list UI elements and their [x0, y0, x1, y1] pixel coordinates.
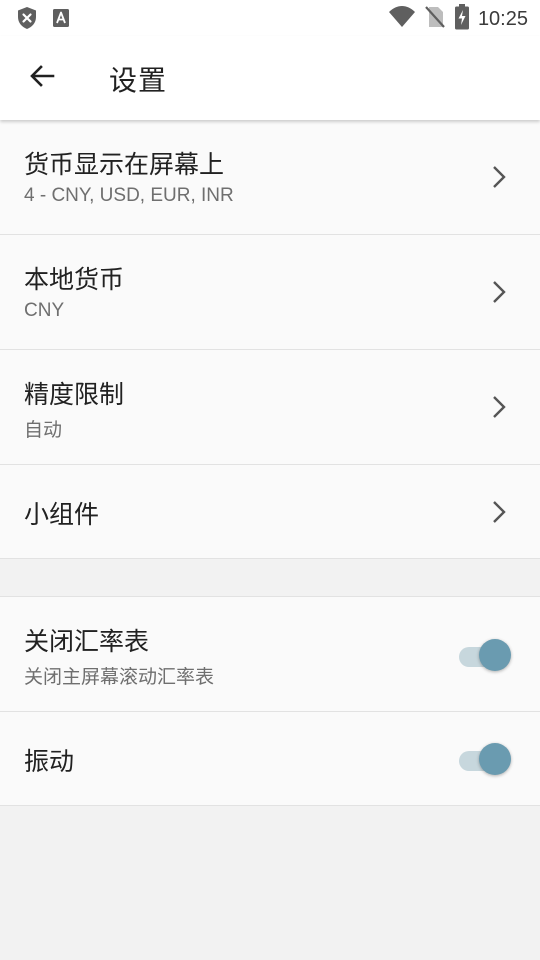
switch-thumb [479, 743, 511, 775]
shield-x-icon [16, 6, 38, 34]
switch-thumb [479, 639, 511, 671]
no-sim-icon [424, 5, 446, 33]
setting-vibration[interactable]: 振动 [0, 712, 540, 806]
setting-title: 小组件 [24, 500, 100, 529]
rate-ticker-toggle[interactable] [459, 637, 511, 673]
battery-charging-icon [454, 4, 470, 34]
page-title: 设置 [109, 64, 168, 97]
app-bar: 设置 [0, 36, 540, 120]
setting-local-currency[interactable]: 本地货币 CNY [0, 235, 540, 350]
chevron-right-icon [493, 501, 506, 523]
chevron-right-icon [493, 166, 506, 188]
font-a-icon [52, 8, 70, 32]
setting-subtitle: 自动 [24, 420, 63, 441]
status-bar: 10:25 [0, 0, 540, 36]
section-divider [0, 559, 540, 597]
setting-disable-rate-ticker[interactable]: 关闭汇率表 关闭主屏幕滚动汇率表 [0, 597, 540, 712]
setting-precision-limit[interactable]: 精度限制 自动 [0, 350, 540, 465]
setting-title: 精度限制 [24, 380, 125, 409]
setting-subtitle: CNY [24, 300, 65, 321]
wifi-icon [388, 5, 416, 33]
setting-widgets[interactable]: 小组件 [0, 465, 540, 559]
setting-title: 关闭汇率表 [24, 627, 150, 656]
setting-currencies-on-screen[interactable]: 货币显示在屏幕上 4 - CNY, USD, EUR, INR [0, 120, 540, 235]
setting-subtitle: 4 - CNY, USD, EUR, INR [24, 185, 234, 206]
vibration-toggle[interactable] [459, 741, 511, 777]
chevron-right-icon [493, 281, 506, 303]
setting-title: 货币显示在屏幕上 [24, 150, 225, 179]
back-button[interactable] [22, 58, 62, 98]
setting-title: 振动 [24, 747, 75, 776]
arrow-back-icon [28, 62, 56, 94]
settings-list: 货币显示在屏幕上 4 - CNY, USD, EUR, INR 本地货币 CNY… [0, 120, 540, 806]
status-time: 10:25 [477, 7, 528, 30]
chevron-right-icon [493, 396, 506, 418]
setting-title: 本地货币 [24, 265, 125, 294]
setting-subtitle: 关闭主屏幕滚动汇率表 [24, 667, 215, 688]
